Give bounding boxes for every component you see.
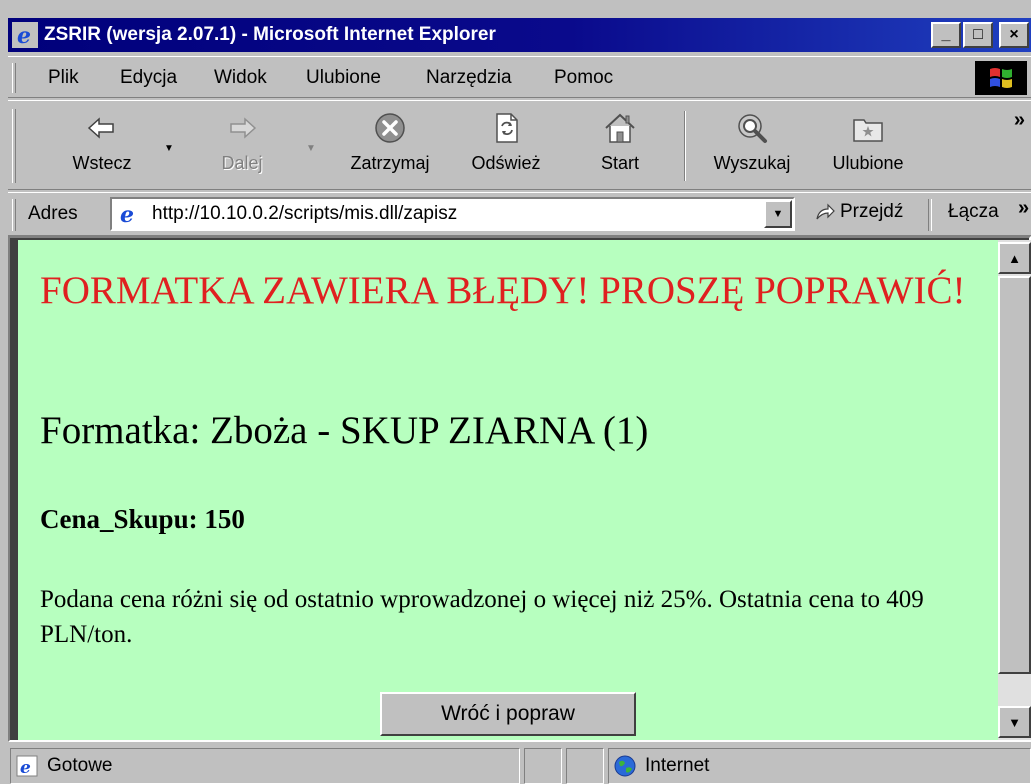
browser-window: e ZSRIR (wersja 2.07.1) - Microsoft Inte… [0,0,1031,784]
page-icon: e [16,755,38,778]
refresh-icon [496,113,518,143]
toolbar-grip[interactable] [12,109,16,183]
favorites-button[interactable]: Ulubione [818,107,918,187]
menu-file[interactable]: Plik [48,67,79,89]
ie-icon: e [116,201,142,227]
go-arrow-icon [816,203,835,220]
home-button[interactable]: Start [578,107,662,187]
favorites-label: Ulubione [832,153,904,173]
address-dropdown-button[interactable]: ▼ [764,200,792,228]
links-more-button[interactable]: » [1018,197,1029,220]
globe-icon [614,755,636,777]
menu-edit[interactable]: Edycja [120,67,177,89]
status-panel: e Gotowe [10,748,520,784]
back-and-fix-button[interactable]: Wróć i popraw [380,692,636,736]
minimize-icon: _ [941,26,951,43]
status-panel-security [566,748,604,784]
window-title: ZSRIR (wersja 2.07.1) - Microsoft Intern… [44,24,496,45]
vertical-scrollbar[interactable]: ▲ ▼ [998,240,1031,740]
title-bar[interactable]: e ZSRIR (wersja 2.07.1) - Microsoft Inte… [8,18,1031,52]
status-panel-progress [524,748,562,784]
refresh-label: Odśwież [471,153,541,173]
links-button[interactable]: Łącza [948,201,999,223]
scroll-up-button[interactable]: ▲ [998,242,1031,274]
svg-text:e: e [17,23,31,48]
close-icon: × [1009,26,1019,43]
toolbar-separator [684,111,686,181]
stop-icon [375,113,405,143]
links-grip[interactable] [928,199,932,231]
chevron-down-icon: ▼ [772,208,784,220]
address-bar: Adres e http://10.10.0.2/scripts/mis.dll… [8,192,1031,236]
menu-favorites[interactable]: Ulubione [306,67,381,89]
scroll-down-button[interactable]: ▼ [998,706,1031,738]
maximize-button[interactable]: □ [963,22,993,48]
stop-button[interactable]: Zatrzymaj [328,107,452,187]
close-button[interactable]: × [999,22,1029,48]
menu-tools[interactable]: Narzędzia [426,67,512,89]
window-controls: _ □ × [931,22,1029,48]
favorites-icon [853,119,883,142]
stop-label: Zatrzymaj [350,153,430,173]
menu-bar: Plik Edycja Widok Ulubione Narzędzia Pom… [8,56,1031,98]
search-label: Wyszukaj [713,153,791,173]
status-bar: e Gotowe Internet [8,744,1031,784]
toolbar-more-button[interactable]: » [1014,109,1025,132]
status-text: Gotowe [47,755,113,776]
maximize-icon: □ [973,26,983,43]
chevron-down-icon: ▼ [1008,714,1021,730]
field-value-line: Cena_Skupu: 150 [40,504,245,534]
search-button[interactable]: Wyszukaj [702,107,802,187]
address-grip[interactable] [12,199,16,231]
refresh-button[interactable]: Odśwież [456,107,556,187]
go-button[interactable]: Przejdź [814,201,903,223]
forward-arrow-icon [230,117,257,139]
security-zone-panel[interactable]: Internet [608,748,1031,784]
address-value[interactable]: http://10.10.0.2/scripts/mis.dll/zapisz [152,203,457,225]
error-heading: FORMATKA ZAWIERA BŁĘDY! PROSZĘ POPRAWIĆ! [40,269,966,312]
page-title: Formatka: Zboża - SKUP ZIARNA (1) [40,409,649,452]
chevron-up-icon: ▲ [1008,250,1021,266]
windows-logo-icon [975,61,1027,95]
svg-text:e: e [120,202,134,227]
home-label: Start [600,153,639,173]
go-label: Przejdź [840,201,904,222]
home-icon [605,113,635,143]
menu-grip[interactable] [12,63,16,93]
address-label: Adres [28,203,78,224]
scroll-thumb[interactable] [998,276,1031,674]
page-content: FORMATKA ZAWIERA BŁĘDY! PROSZĘ POPRAWIĆ!… [18,240,998,740]
address-input[interactable]: e http://10.10.0.2/scripts/mis.dll/zapis… [110,197,795,231]
forward-button[interactable]: Dalej [202,107,282,187]
ie-icon: e [12,22,38,48]
forward-dropdown-icon[interactable]: ▼ [306,143,316,154]
forward-label: Dalej [221,153,263,173]
svg-text:e: e [20,758,31,778]
back-dropdown-icon[interactable]: ▼ [164,143,174,154]
menu-view[interactable]: Widok [214,67,267,89]
minimize-button[interactable]: _ [931,22,961,48]
search-icon [738,114,767,143]
back-button[interactable]: Wstecz [52,107,152,187]
back-label: Wstecz [72,153,132,173]
standard-toolbar: Wstecz ▼ Dalej ▼ Zatrzymaj Odśwież Start… [8,100,1031,190]
zone-text: Internet [645,755,710,776]
error-message: Podana cena różni się od ostatnio wprowa… [40,586,924,648]
back-arrow-icon [87,117,114,139]
menu-help[interactable]: Pomoc [554,67,613,89]
